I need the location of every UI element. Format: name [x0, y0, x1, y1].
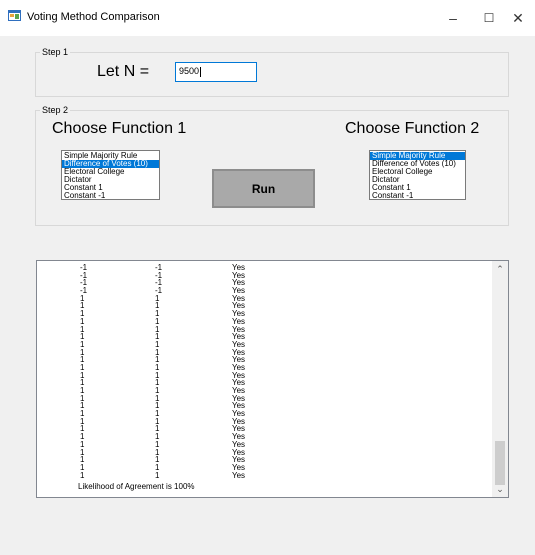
scroll-thumb[interactable] [495, 441, 505, 485]
output-row: 1 1 Yes [37, 387, 492, 395]
scroll-down-icon[interactable]: ⌄ [492, 481, 508, 497]
output-row: 1 1 Yes [37, 433, 492, 441]
output-row: -1 -1 Yes [37, 287, 492, 295]
output-row: 1 1 Yes [37, 333, 492, 341]
window-title: Voting Method Comparison [27, 11, 160, 23]
vertical-scrollbar[interactable]: ⌃ ⌄ [492, 261, 508, 497]
step2-caption: Step 2 [40, 105, 71, 115]
function1-title: Choose Function 1 [52, 120, 187, 137]
output-rows: -1 -1 Yes -1 -1 Yes -1 -1 Yes -1 -1 Yes 1 1 Yes 1 1 Yes 1 1… [37, 264, 492, 480]
output-row: 1 1 Yes [37, 379, 492, 387]
output-row: 1 1 Yes [37, 417, 492, 426]
output-row: 1 1 Yes [37, 425, 492, 433]
output-row: 1 1 Yes [37, 294, 492, 303]
function2-value: 1 [155, 470, 160, 480]
output-row: 1 1 Yes [37, 440, 492, 449]
output-row: 1 1 Yes [37, 470, 492, 480]
output-row: 1 1 Yes [37, 348, 492, 357]
output-row: -1 -1 Yes [37, 279, 492, 287]
function1-value: 1 [80, 470, 85, 480]
n-input[interactable]: 9500 [175, 62, 257, 82]
step1-caption: Step 1 [40, 47, 71, 57]
list-item[interactable]: Constant -1 [370, 192, 465, 199]
list-item[interactable]: Constant -1 [62, 192, 159, 199]
output-row: 1 1 Yes [37, 363, 492, 372]
output-row: 1 1 Yes [37, 402, 492, 410]
output-row: 1 1 Yes [37, 317, 492, 326]
output-row: 1 1 Yes [37, 325, 492, 334]
output-row: 1 1 Yes [37, 302, 492, 310]
output-row: 1 1 Yes [37, 448, 492, 457]
agreement-value: Yes [232, 470, 246, 480]
n-input-value: 9500 [179, 66, 200, 76]
output-row: 1 1 Yes [37, 356, 492, 364]
function1-listbox[interactable]: Simple Majority Rule Difference of Votes … [61, 150, 160, 200]
output-row: 1 1 Yes [37, 456, 492, 464]
text-caret [200, 66, 202, 77]
run-button[interactable]: Run [212, 169, 315, 208]
output-row: 1 1 Yes [37, 340, 492, 349]
output-row: 1 1 Yes [37, 310, 492, 318]
output-textbox[interactable]: -1 -1 Yes -1 -1 Yes -1 -1 Yes -1 -1 Yes 1 1 Yes 1 1 Yes 1 1… [36, 260, 509, 498]
close-button[interactable]: ✕ [496, 0, 535, 36]
output-row: -1 -1 Yes [37, 271, 492, 280]
app-window-icon [8, 10, 21, 21]
function2-listbox[interactable]: Simple Majority Rule Difference of Votes … [369, 150, 466, 200]
output-row: 1 1 Yes [37, 410, 492, 418]
agreement-summary: Likelihood of Agreement is 100% [78, 482, 195, 491]
output-row: 1 1 Yes [37, 371, 492, 380]
scroll-up-icon[interactable]: ⌃ [492, 261, 508, 277]
n-label: Let N = [97, 63, 150, 80]
function2-title: Choose Function 2 [345, 120, 480, 137]
output-row: -1 -1 Yes [37, 264, 492, 272]
title-bar: Voting Method Comparison – ☐ ✕ [0, 0, 535, 36]
output-row: 1 1 Yes [37, 394, 492, 403]
output-row: 1 1 Yes [37, 463, 492, 472]
